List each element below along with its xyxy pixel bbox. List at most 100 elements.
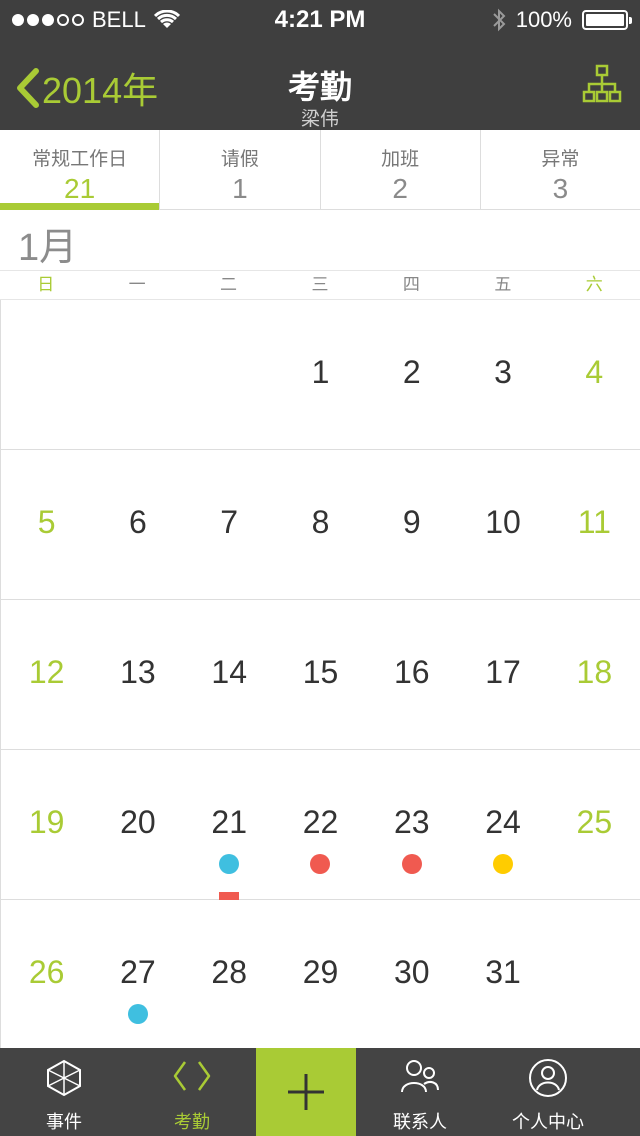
day-number: 24 — [485, 804, 521, 840]
calendar-day[interactable]: 11 — [549, 450, 640, 600]
profile-icon — [529, 1059, 567, 1097]
day-number: 1 — [311, 354, 330, 390]
calendar-day[interactable]: 3 — [457, 300, 548, 450]
tab-contacts[interactable]: 联系人 — [356, 1048, 484, 1136]
calendar-day[interactable]: 28 — [184, 900, 275, 1050]
month-label: 1月 — [18, 227, 78, 269]
calendar-empty-cell — [549, 900, 640, 1050]
tab-count: 1 — [232, 173, 248, 204]
calendar-day[interactable]: 4 — [549, 300, 640, 450]
day-number: 27 — [120, 954, 156, 990]
weekday-label: 日 — [37, 275, 55, 294]
tab-label: 常规工作日 — [32, 149, 128, 170]
day-number: 28 — [211, 954, 247, 990]
calendar-day[interactable]: 12 — [1, 600, 92, 750]
tab-profile[interactable]: 个人中心 — [484, 1048, 612, 1136]
battery-label: 100% — [515, 7, 572, 32]
tab-overtime[interactable]: 加班 2 — [321, 130, 481, 209]
calendar-day[interactable]: 15 — [275, 600, 366, 750]
calendar-empty-cell — [184, 300, 275, 450]
day-number: 26 — [28, 954, 65, 990]
attendance-status-dot — [219, 854, 240, 874]
tab-abnormal[interactable]: 异常 3 — [481, 130, 640, 209]
calendar-empty-cell — [1, 300, 92, 450]
calendar-day[interactable]: 22 — [275, 750, 366, 900]
calendar-day[interactable]: 5 — [1, 450, 92, 600]
day-number: 25 — [576, 804, 613, 840]
tab-events-label: 事件 — [46, 1112, 82, 1132]
contacts-icon — [401, 1060, 439, 1093]
weekday-label: 二 — [220, 275, 238, 294]
calendar-day[interactable]: 25 — [549, 750, 640, 900]
calendar-week-row: 12 13 14 15 16 17 18 — [1, 600, 640, 750]
bluetooth-icon — [493, 8, 506, 32]
tab-label: 加班 — [381, 149, 420, 170]
summary-tabs: 常规工作日 21 请假 1 加班 2 异常 3 — [0, 130, 640, 210]
day-number: 18 — [576, 654, 613, 690]
calendar-day[interactable]: 31 — [457, 900, 548, 1050]
weekday-header: 日 一 二 三 四 五 六 — [0, 270, 640, 300]
day-number: 23 — [393, 804, 430, 840]
day-number: 14 — [211, 654, 247, 690]
add-button[interactable] — [256, 1048, 356, 1136]
calendar-day[interactable]: 29 — [275, 900, 366, 1050]
day-number: 20 — [120, 804, 156, 840]
calendar-day[interactable]: 30 — [366, 900, 457, 1050]
page-title: 考勤 — [287, 69, 352, 105]
calendar-day[interactable]: 20 — [92, 750, 183, 900]
day-number: 6 — [129, 504, 147, 540]
weekday-label: 六 — [585, 275, 603, 294]
calendar-day[interactable]: 21 — [184, 750, 275, 900]
calendar-day[interactable]: 10 — [457, 450, 548, 600]
calendar-day[interactable]: 9 — [366, 450, 457, 600]
day-number: 31 — [485, 954, 521, 990]
calendar-day[interactable]: 23 — [366, 750, 457, 900]
calendar-day[interactable]: 7 — [184, 450, 275, 600]
battery-icon — [582, 10, 632, 30]
day-number: 2 — [402, 354, 421, 390]
tab-count: 21 — [64, 173, 96, 204]
top-bar: BELL 4:21 PM 100% 2014年 考勤 梁伟 — [0, 0, 640, 130]
weekday-label: 五 — [494, 275, 512, 294]
bottom-tab-bar: 事件 考勤 联系人 个人中心 — [0, 1048, 640, 1136]
tab-attendance-label: 考勤 — [174, 1112, 210, 1132]
attendance-status-dot — [310, 854, 331, 874]
tab-regular-workdays[interactable]: 常规工作日 21 — [0, 130, 161, 210]
tab-events[interactable]: 事件 — [0, 1048, 128, 1136]
tab-label: 请假 — [220, 149, 259, 170]
calendar-day[interactable]: 19 — [1, 750, 92, 900]
tab-contacts-label: 联系人 — [393, 1112, 447, 1132]
day-number: 9 — [402, 504, 421, 540]
tab-attendance[interactable]: 考勤 — [128, 1048, 256, 1136]
tab-leave[interactable]: 请假 1 — [160, 130, 321, 209]
calendar-day[interactable]: 18 — [549, 600, 640, 750]
plus-icon — [288, 1074, 324, 1110]
calendar-day[interactable]: 24 — [457, 750, 548, 900]
today-indicator-bar — [219, 892, 240, 900]
calendar-day[interactable]: 14 — [184, 600, 275, 750]
weekday-label: 一 — [128, 275, 146, 294]
day-number: 15 — [302, 654, 339, 690]
calendar-day[interactable]: 16 — [366, 600, 457, 750]
tab-count: 3 — [552, 173, 569, 204]
nav-bar: 2014年 考勤 梁伟 — [0, 40, 640, 130]
tab-count: 2 — [392, 173, 408, 204]
weekday-label: 四 — [402, 275, 420, 294]
calendar-week-row: 5 6 7 8 9 10 11 — [1, 450, 640, 600]
calendar-day[interactable]: 26 — [1, 900, 92, 1050]
day-number: 19 — [28, 804, 65, 840]
cube-icon — [47, 1059, 81, 1097]
calendar-day[interactable]: 13 — [92, 600, 183, 750]
calendar-day[interactable]: 6 — [92, 450, 183, 600]
org-chart-button[interactable] — [582, 64, 622, 104]
calendar-day[interactable]: 2 — [366, 300, 457, 450]
day-number: 11 — [577, 504, 611, 540]
day-number: 17 — [485, 654, 521, 690]
org-chart-icon — [582, 64, 622, 103]
calendar-day[interactable]: 27 — [92, 900, 183, 1050]
calendar-day[interactable]: 17 — [457, 600, 548, 750]
status-bar: BELL 4:21 PM 100% — [0, 0, 640, 40]
calendar-week-row: 1 2 3 4 — [1, 300, 640, 450]
calendar-day[interactable]: 8 — [275, 450, 366, 600]
calendar-day[interactable]: 1 — [275, 300, 366, 450]
